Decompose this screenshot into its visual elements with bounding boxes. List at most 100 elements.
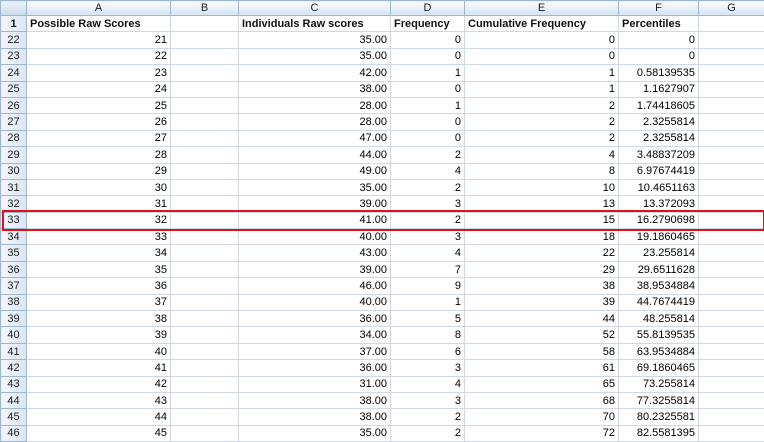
cell-f[interactable]: 6.97674419: [619, 163, 699, 179]
cell-d[interactable]: 6: [391, 343, 465, 359]
cell-a[interactable]: 26: [27, 114, 171, 130]
row-header[interactable]: 40: [1, 327, 27, 343]
cell-c[interactable]: 44.00: [239, 147, 391, 163]
cell-c[interactable]: 49.00: [239, 163, 391, 179]
cell-g[interactable]: [699, 97, 764, 113]
cell-c[interactable]: 36.00: [239, 311, 391, 327]
cell-e[interactable]: 44: [465, 311, 619, 327]
cell-c[interactable]: 41.00: [239, 212, 391, 228]
cell-b[interactable]: [171, 425, 239, 441]
cell-a[interactable]: 25: [27, 97, 171, 113]
cell-b[interactable]: [171, 311, 239, 327]
cell-f[interactable]: 1.74418605: [619, 97, 699, 113]
header-cell-c[interactable]: Individuals Raw scores: [239, 16, 391, 32]
cell-b[interactable]: [171, 179, 239, 195]
cell-f[interactable]: 63.9534884: [619, 343, 699, 359]
cell-d[interactable]: 2: [391, 409, 465, 425]
cell-a[interactable]: 32: [27, 212, 171, 228]
header-cell-b[interactable]: [171, 16, 239, 32]
cell-b[interactable]: [171, 360, 239, 376]
cell-d[interactable]: 0: [391, 114, 465, 130]
header-cell-e[interactable]: Cumulative Frequency: [465, 16, 619, 32]
cell-f[interactable]: 3.48837209: [619, 147, 699, 163]
cell-g[interactable]: [699, 114, 764, 130]
cell-d[interactable]: 3: [391, 229, 465, 245]
cell-a[interactable]: 22: [27, 48, 171, 64]
cell-e[interactable]: 2: [465, 114, 619, 130]
cell-b[interactable]: [171, 278, 239, 294]
cell-f[interactable]: 10.4651163: [619, 179, 699, 195]
cell-b[interactable]: [171, 245, 239, 261]
cell-g[interactable]: [699, 245, 764, 261]
cell-b[interactable]: [171, 409, 239, 425]
cell-f[interactable]: 0.58139535: [619, 65, 699, 81]
cell-f[interactable]: 19.1860465: [619, 229, 699, 245]
cell-c[interactable]: 47.00: [239, 130, 391, 146]
cell-f[interactable]: 23.255814: [619, 245, 699, 261]
cell-b[interactable]: [171, 261, 239, 277]
cell-a[interactable]: 44: [27, 409, 171, 425]
cell-c[interactable]: 43.00: [239, 245, 391, 261]
cell-b[interactable]: [171, 327, 239, 343]
cell-d[interactable]: 5: [391, 311, 465, 327]
cell-a[interactable]: 21: [27, 32, 171, 48]
row-header[interactable]: 29: [1, 147, 27, 163]
cell-f[interactable]: 2.3255814: [619, 130, 699, 146]
column-header-a[interactable]: A: [27, 1, 171, 16]
cell-d[interactable]: 1: [391, 97, 465, 113]
cell-e[interactable]: 72: [465, 425, 619, 441]
cell-e[interactable]: 15: [465, 212, 619, 228]
cell-c[interactable]: 35.00: [239, 425, 391, 441]
header-cell-d[interactable]: Frequency: [391, 16, 465, 32]
cell-a[interactable]: 38: [27, 311, 171, 327]
cell-d[interactable]: 2: [391, 425, 465, 441]
cell-g[interactable]: [699, 212, 764, 228]
cell-d[interactable]: 2: [391, 212, 465, 228]
cell-f[interactable]: 38.9534884: [619, 278, 699, 294]
cell-c[interactable]: 38.00: [239, 409, 391, 425]
cell-g[interactable]: [699, 425, 764, 441]
header-cell-f[interactable]: Percentiles: [619, 16, 699, 32]
column-header-d[interactable]: D: [391, 1, 465, 16]
row-header[interactable]: 44: [1, 392, 27, 408]
cell-e[interactable]: 0: [465, 32, 619, 48]
cell-e[interactable]: 18: [465, 229, 619, 245]
row-header[interactable]: 30: [1, 163, 27, 179]
cell-b[interactable]: [171, 48, 239, 64]
cell-g[interactable]: [699, 261, 764, 277]
row-header[interactable]: 45: [1, 409, 27, 425]
cell-e[interactable]: 70: [465, 409, 619, 425]
cell-d[interactable]: 3: [391, 196, 465, 212]
cell-f[interactable]: 73.255814: [619, 376, 699, 392]
row-header[interactable]: 24: [1, 65, 27, 81]
cell-f[interactable]: 29.6511628: [619, 261, 699, 277]
cell-a[interactable]: 39: [27, 327, 171, 343]
cell-g[interactable]: [699, 278, 764, 294]
cell-a[interactable]: 42: [27, 376, 171, 392]
cell-a[interactable]: 33: [27, 229, 171, 245]
row-header[interactable]: 39: [1, 311, 27, 327]
row-header[interactable]: 31: [1, 179, 27, 195]
cell-g[interactable]: [699, 392, 764, 408]
cell-g[interactable]: [699, 327, 764, 343]
cell-c[interactable]: 38.00: [239, 81, 391, 97]
cell-c[interactable]: 46.00: [239, 278, 391, 294]
row-header[interactable]: 34: [1, 229, 27, 245]
cell-g[interactable]: [699, 48, 764, 64]
cell-c[interactable]: 39.00: [239, 196, 391, 212]
column-header-b[interactable]: B: [171, 1, 239, 16]
cell-d[interactable]: 9: [391, 278, 465, 294]
row-header[interactable]: 26: [1, 97, 27, 113]
cell-e[interactable]: 39: [465, 294, 619, 310]
column-header-c[interactable]: C: [239, 1, 391, 16]
cell-c[interactable]: 40.00: [239, 294, 391, 310]
cell-e[interactable]: 2: [465, 130, 619, 146]
cell-a[interactable]: 45: [27, 425, 171, 441]
cell-g[interactable]: [699, 229, 764, 245]
cell-b[interactable]: [171, 163, 239, 179]
cell-b[interactable]: [171, 32, 239, 48]
cell-a[interactable]: 34: [27, 245, 171, 261]
row-header[interactable]: 36: [1, 261, 27, 277]
cell-e[interactable]: 0: [465, 48, 619, 64]
cell-b[interactable]: [171, 97, 239, 113]
